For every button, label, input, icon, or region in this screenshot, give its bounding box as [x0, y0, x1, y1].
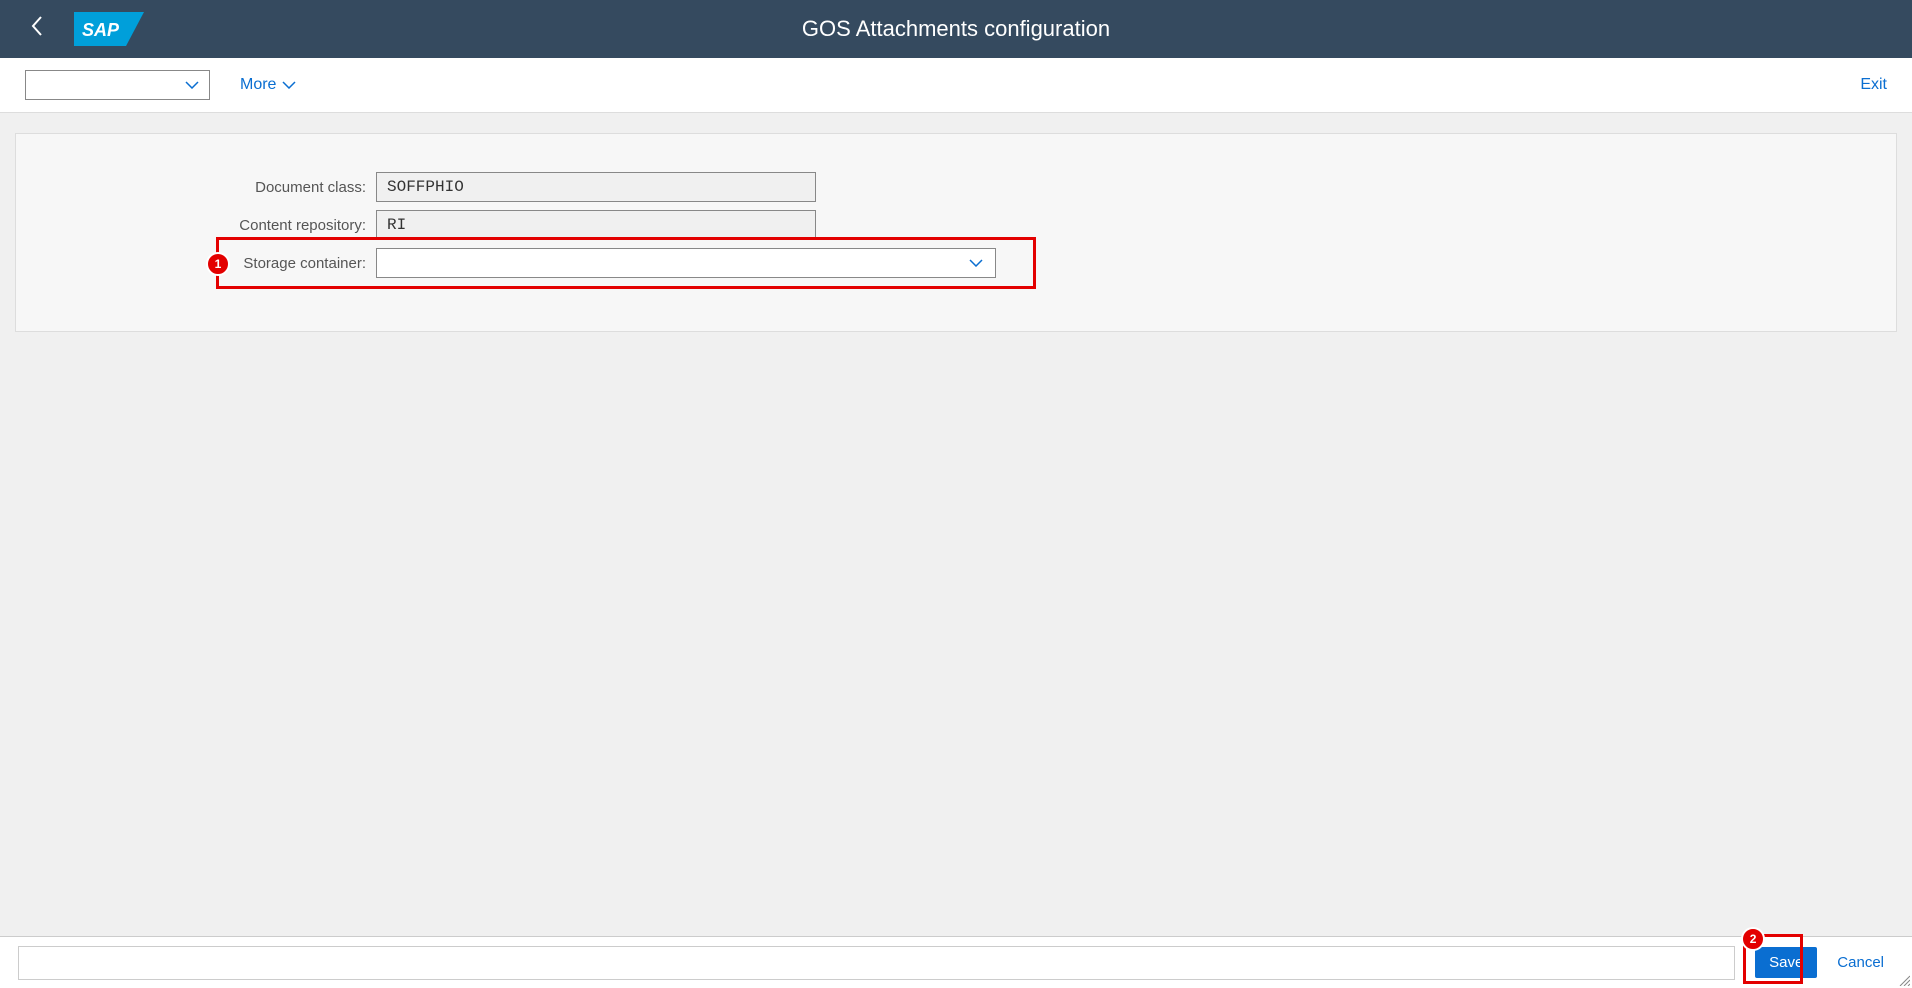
page-title: GOS Attachments configuration — [802, 16, 1110, 42]
content-repository-field[interactable] — [376, 210, 816, 240]
sap-logo: SAP — [74, 14, 144, 44]
content-area: Document class: Content repository: 1 St… — [0, 113, 1912, 352]
footer-actions: 2 Save Cancel — [1745, 947, 1894, 978]
document-class-field[interactable] — [376, 172, 816, 202]
more-button[interactable]: More — [240, 76, 296, 94]
chevron-down-icon — [282, 81, 296, 89]
resize-handle-icon — [1898, 974, 1910, 986]
back-button[interactable] — [20, 15, 54, 44]
footer-bar: 2 Save Cancel — [0, 936, 1912, 988]
app-header: SAP GOS Attachments configuration — [0, 0, 1912, 58]
status-bar — [18, 946, 1735, 980]
chevron-left-icon — [30, 15, 44, 37]
save-button[interactable]: Save — [1755, 947, 1817, 978]
annotation-badge-2: 2 — [1741, 927, 1765, 951]
exit-button[interactable]: Exit — [1860, 76, 1887, 94]
toolbar: More Exit — [0, 58, 1912, 113]
cancel-button[interactable]: Cancel — [1827, 947, 1894, 978]
form-row-document-class: Document class: — [36, 172, 1876, 202]
form-row-content-repository: Content repository: — [36, 210, 1876, 240]
toolbar-dropdown[interactable] — [25, 70, 210, 100]
svg-text:SAP: SAP — [82, 20, 120, 40]
storage-container-dropdown[interactable] — [376, 248, 996, 278]
form-panel: Document class: Content repository: 1 St… — [15, 133, 1897, 332]
document-class-label: Document class: — [36, 179, 376, 196]
chevron-down-icon — [969, 259, 983, 267]
content-repository-label: Content repository: — [36, 217, 376, 234]
chevron-down-icon — [185, 81, 199, 89]
annotation-badge-1: 1 — [206, 252, 230, 276]
more-label: More — [240, 76, 276, 94]
form-row-storage-container: 1 Storage container: — [36, 248, 1876, 278]
